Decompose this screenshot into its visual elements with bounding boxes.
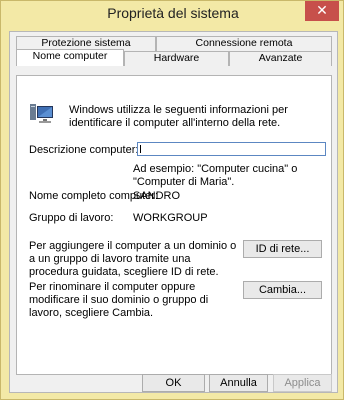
window-title: Proprietà del sistema xyxy=(107,5,239,21)
title-bar[interactable]: Proprietà del sistema ✕ xyxy=(1,1,344,25)
tab-connessione-remota[interactable]: Connessione remota xyxy=(156,36,332,51)
annulla-button[interactable]: Annulla xyxy=(209,374,268,392)
system-properties-window: Proprietà del sistema ✕ Protezione siste… xyxy=(0,0,344,400)
dialog-client-area: Protezione sistema Connessione remota No… xyxy=(9,31,338,393)
ok-button[interactable]: OK xyxy=(142,374,205,392)
tab-nome-computer[interactable]: Nome computer xyxy=(16,49,124,66)
applica-button[interactable]: Applica xyxy=(273,374,332,392)
computer-icon xyxy=(30,104,53,123)
gruppo-lavoro-value: WORKGROUP xyxy=(133,212,208,224)
close-button[interactable]: ✕ xyxy=(305,1,339,21)
example-text: Ad esempio: "Computer cucina" o "Compute… xyxy=(133,163,298,188)
gruppo-lavoro-label: Gruppo di lavoro: xyxy=(29,212,114,224)
nome-completo-value: SANDRO xyxy=(133,190,181,202)
text-cursor xyxy=(140,145,141,153)
network-id-text: Per aggiungere il computer a un dominio … xyxy=(29,240,237,278)
close-icon: ✕ xyxy=(316,2,328,18)
descrizione-computer-label: Descrizione computer: xyxy=(29,144,139,156)
tab-panel-nome-computer: Windows utilizza le seguenti informazion… xyxy=(16,75,332,375)
descrizione-computer-input[interactable] xyxy=(137,142,326,156)
id-di-rete-button[interactable]: ID di rete... xyxy=(243,240,322,258)
tab-avanzate[interactable]: Avanzate xyxy=(229,51,332,66)
cambia-button[interactable]: Cambia... xyxy=(243,281,322,299)
intro-text: Windows utilizza le seguenti informazion… xyxy=(69,104,288,129)
rename-text: Per rinominare il computer oppure modifi… xyxy=(29,281,209,319)
tab-hardware[interactable]: Hardware xyxy=(124,51,229,66)
